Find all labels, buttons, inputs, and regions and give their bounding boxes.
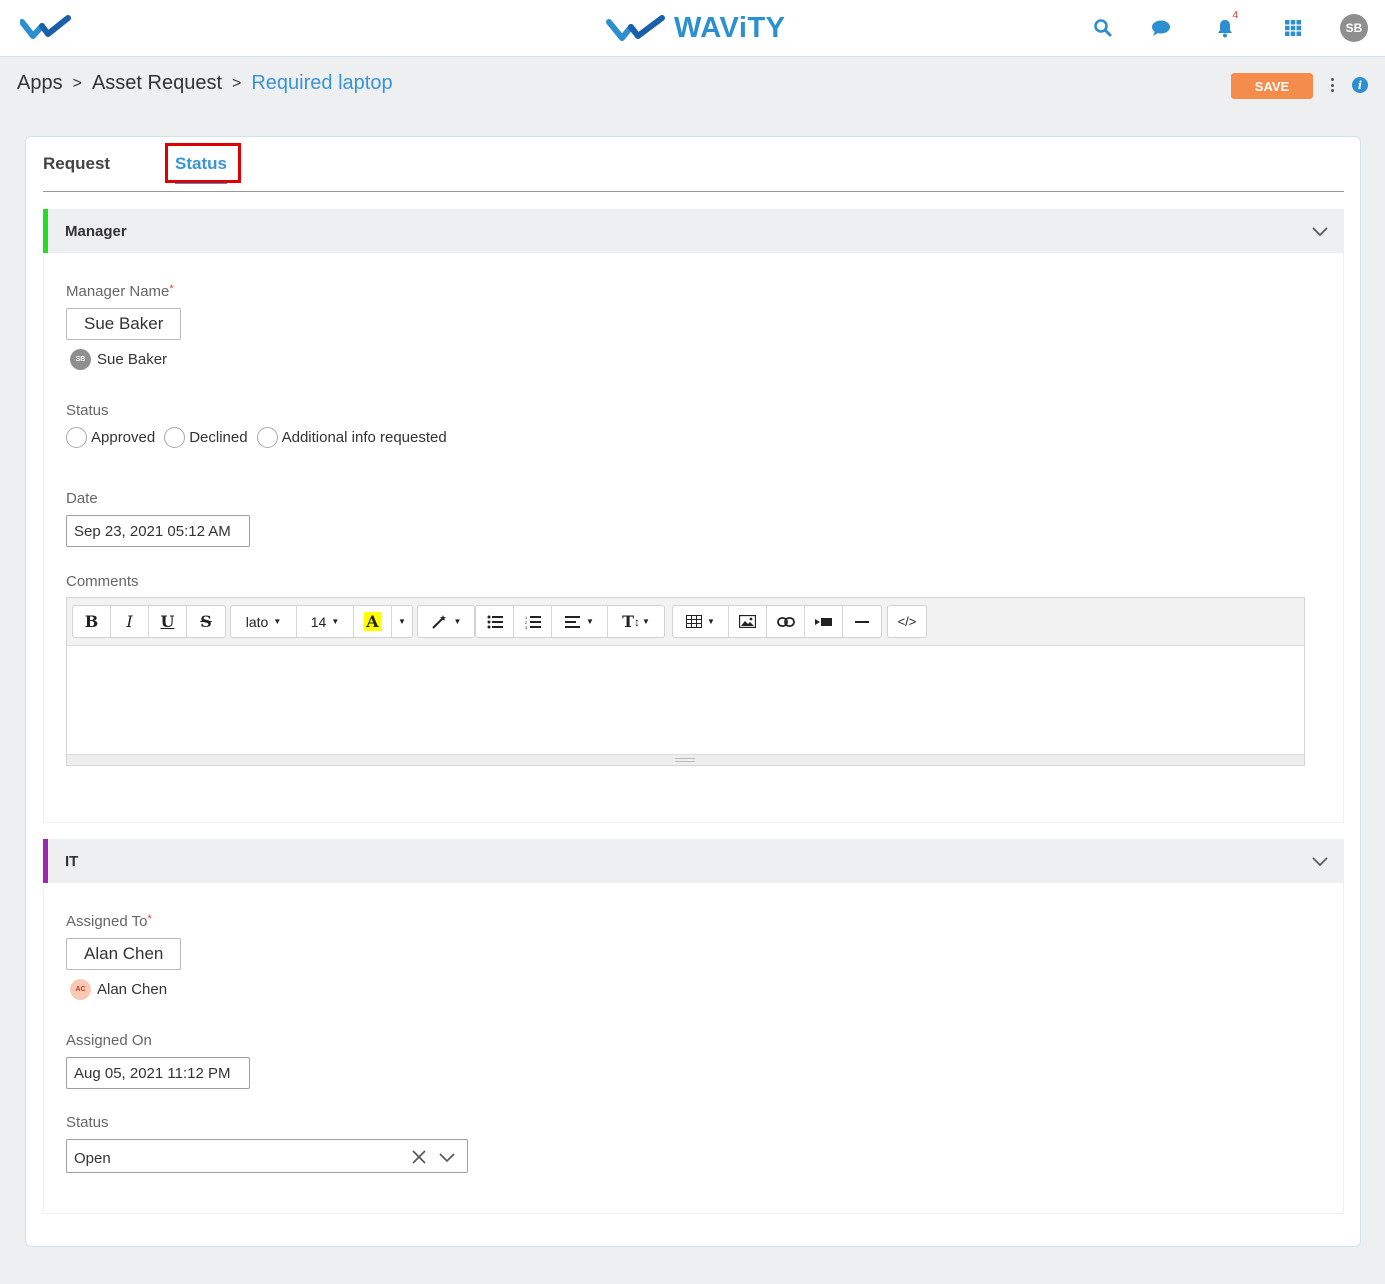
manager-name-field[interactable]: Sue Baker [66, 308, 182, 340]
section-title: IT [65, 852, 79, 870]
editor-resize-bar[interactable] [67, 754, 1304, 765]
notification-count: 4 [1232, 10, 1238, 21]
comments-editor: B I U S lato ▼ 14 ▼ A ▼ ▼ 1 2 3 ▼ T ↕ ▼ … [66, 597, 1305, 766]
section-color-bar [43, 839, 48, 883]
assigned-on-label: Assigned On [66, 1032, 152, 1049]
code-group: </> [887, 605, 927, 638]
date-field[interactable]: Sep 23, 2021 05:12 AM [66, 515, 250, 547]
magic-group: ▼ [417, 605, 475, 638]
assigned-on-field[interactable]: Aug 05, 2021 11:12 PM [66, 1057, 250, 1089]
radio-approved[interactable]: Approved [66, 427, 155, 448]
user-avatar[interactable]: SB [1340, 14, 1368, 42]
tab-request[interactable]: Request [43, 154, 110, 174]
manager-section-header[interactable]: Manager [43, 209, 1344, 253]
status-select-value: Open [74, 1150, 111, 1167]
info-icon[interactable]: i [1352, 77, 1368, 93]
bullet-list-icon[interactable] [476, 606, 514, 637]
clear-icon[interactable] [412, 1150, 426, 1164]
breadcrumb-separator: > [72, 74, 82, 92]
it-section-header[interactable]: IT [43, 839, 1344, 883]
highlight-annotation [165, 143, 241, 183]
font-size-select[interactable]: 14 ▼ [297, 606, 354, 637]
italic-button[interactable]: I [111, 606, 149, 637]
color-dropdown-caret[interactable]: ▼ [392, 606, 412, 637]
comments-label: Comments [66, 573, 139, 590]
font-group: lato ▼ 14 ▼ A ▼ [230, 605, 413, 638]
breadcrumb-apps[interactable]: Apps [17, 72, 63, 95]
manager-user-name: Sue Baker [97, 351, 168, 368]
top-navbar: WAViTY 4 SB [0, 0, 1385, 57]
font-name-select[interactable]: lato ▼ [231, 606, 297, 637]
it-section-body: Assigned To* Alan Chen AC Alan Chen Assi… [43, 883, 1344, 1214]
manager-user: SB Sue Baker [70, 349, 167, 370]
manager-name-label: Manager Name* [66, 283, 174, 300]
chevron-down-icon[interactable] [439, 1151, 455, 1163]
insert-group: ▼ [672, 605, 882, 638]
align-icon[interactable]: ▼ [552, 606, 608, 637]
save-button[interactable]: SAVE [1231, 73, 1313, 99]
it-section: IT Assigned To* Alan Chen AC Alan Chen A… [43, 839, 1344, 1214]
resize-grip-icon[interactable] [675, 758, 695, 762]
svg-text:3: 3 [525, 625, 528, 629]
section-color-bar [43, 209, 48, 253]
highlight-color-button[interactable]: A [354, 606, 392, 637]
horizontal-rule-icon[interactable] [843, 606, 881, 637]
notification-bell-icon[interactable]: 4 [1210, 10, 1240, 43]
it-status-label: Status [66, 1114, 109, 1131]
list-group: 123 ▼ T ↕ ▼ [475, 605, 665, 638]
editor-toolbar: B I U S lato ▼ 14 ▼ A ▼ ▼ 1 2 3 ▼ T ↕ ▼ … [67, 598, 1304, 646]
code-view-icon[interactable]: </> [888, 606, 926, 637]
radio-additional-info[interactable]: Additional info requested [256, 427, 447, 448]
assigned-user: AC Alan Chen [70, 979, 167, 1000]
assigned-user-name: Alan Chen [97, 981, 168, 998]
link-icon[interactable] [767, 606, 805, 637]
section-title: Manager [65, 222, 127, 240]
underline-button[interactable]: U [149, 606, 187, 637]
breadcrumb-current[interactable]: Required laptop [251, 72, 392, 95]
magic-wand-icon[interactable]: ▼ [418, 606, 474, 637]
bold-button[interactable]: B [73, 606, 111, 637]
chevron-down-icon[interactable] [1312, 223, 1328, 239]
breadcrumb-asset-request[interactable]: Asset Request [92, 72, 222, 95]
tab-bar: Request Status [43, 137, 1344, 192]
manager-section-body: Manager Name* Sue Baker SB Sue Baker Sta… [43, 253, 1344, 823]
video-icon[interactable] [805, 606, 843, 637]
app-logo-icon[interactable] [19, 14, 74, 40]
brand-mark-icon [606, 15, 665, 41]
breadcrumb-separator: > [232, 74, 242, 92]
more-options-icon[interactable] [1326, 75, 1338, 95]
avatar: AC [70, 979, 91, 1000]
chat-icon[interactable] [1146, 13, 1176, 43]
format-group: B I U S [72, 605, 226, 638]
apps-grid-icon[interactable] [1278, 13, 1308, 43]
manager-section: Manager Manager Name* Sue Baker SB Sue B… [43, 209, 1344, 823]
form-card: Request Status Manager Manager Name* Sue… [25, 136, 1361, 1247]
table-icon[interactable]: ▼ [673, 606, 729, 637]
brand-name: WAViTY [674, 11, 786, 44]
date-label: Date [66, 490, 98, 507]
status-select[interactable]: Open [66, 1139, 468, 1173]
status-radio-group: Approved Declined Additional info reques… [66, 427, 456, 448]
search-icon[interactable] [1088, 13, 1118, 43]
text-height-icon[interactable]: T ↕ ▼ [608, 606, 664, 637]
radio-declined[interactable]: Declined [164, 427, 248, 448]
breadcrumb: Apps > Asset Request > Required laptop [17, 72, 393, 95]
brand-logo: WAViTY [606, 10, 786, 46]
assigned-to-label: Assigned To* [66, 913, 152, 930]
image-icon[interactable] [729, 606, 767, 637]
avatar: SB [70, 349, 91, 370]
status-label: Status [66, 402, 109, 419]
chevron-down-icon[interactable] [1312, 853, 1328, 869]
numbered-list-icon[interactable]: 123 [514, 606, 552, 637]
assigned-to-field[interactable]: Alan Chen [66, 938, 182, 970]
strikethrough-button[interactable]: S [187, 606, 225, 637]
